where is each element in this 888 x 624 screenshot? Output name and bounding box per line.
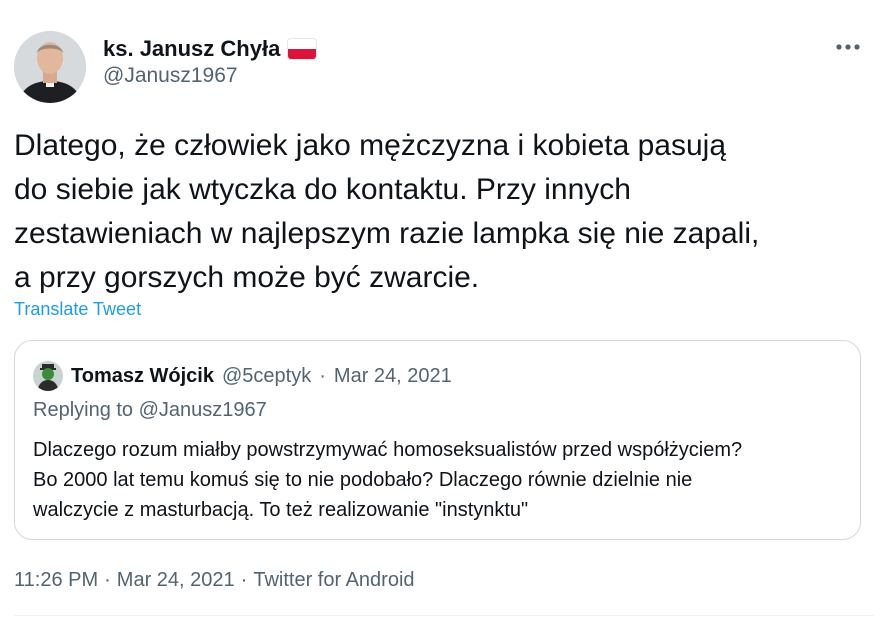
quoted-author-avatar-image — [33, 361, 63, 391]
flag-poland-icon — [288, 39, 317, 59]
quoted-tweet-text: Dlaczego rozum miałby powstrzymywać homo… — [33, 439, 743, 521]
tweet-source[interactable]: Twitter for Android — [253, 569, 414, 592]
tweet-date[interactable]: Mar 24, 2021 — [117, 569, 235, 592]
quoted-replying-to: Replying to @Janusz1967 — [33, 399, 267, 421]
quoted-tweet-header: Tomasz Wójcik @5ceptyk · Mar 24, 2021 — [33, 361, 452, 391]
author-avatar-image — [14, 31, 86, 103]
more-horizontal-icon — [836, 44, 860, 50]
tweet-time[interactable]: 11:26 PM — [14, 569, 98, 592]
author-name-row: ks. Janusz Chyła — [103, 34, 317, 64]
quoted-tweet-card[interactable]: Tomasz Wójcik @5ceptyk · Mar 24, 2021 Re… — [14, 340, 861, 540]
tweet-text: Dlatego, że człowiek jako mężczyzna i ko… — [14, 129, 760, 294]
author-name[interactable]: ks. Janusz Chyła — [103, 36, 280, 62]
tweet-metadata: 11:26 PM · Mar 24, 2021 · Twitter for An… — [14, 569, 415, 592]
bottom-divider — [14, 615, 874, 616]
author-handle[interactable]: @Janusz1967 — [103, 64, 238, 88]
meta-separator-2: · — [240, 569, 248, 591]
quoted-author-name: Tomasz Wójcik — [71, 364, 214, 387]
tweet: ks. Janusz Chyła @Janusz1967 Dlatego, że… — [0, 0, 888, 624]
quoted-author-avatar — [33, 361, 63, 391]
author-avatar[interactable] — [14, 31, 86, 103]
translate-tweet-link[interactable]: Translate Tweet — [14, 299, 141, 320]
quoted-date: Mar 24, 2021 — [333, 364, 452, 387]
quoted-author-handle: @5ceptyk — [222, 364, 312, 387]
meta-separator-1: · — [104, 569, 111, 591]
more-options-button[interactable] — [834, 36, 862, 58]
quoted-separator: · — [319, 364, 326, 387]
